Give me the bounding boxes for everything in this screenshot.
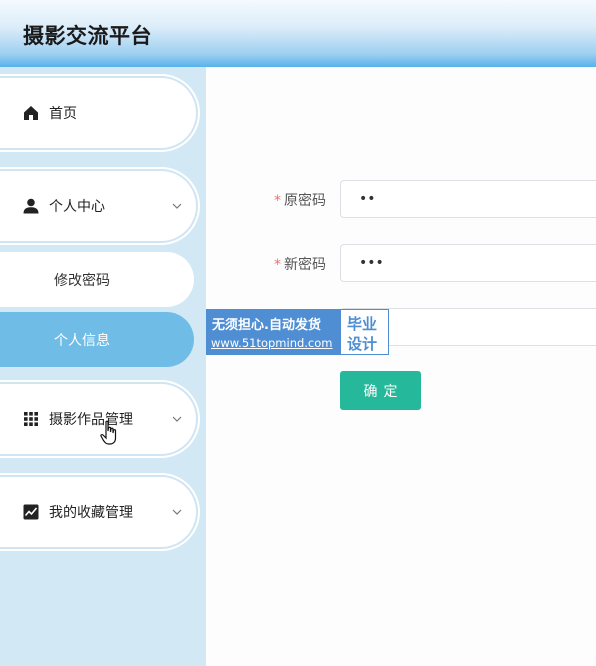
chevron-down-icon (172, 416, 182, 422)
home-icon (24, 106, 38, 120)
sidebar-item-personal-info[interactable]: 个人信息 (0, 312, 194, 367)
user-icon (23, 198, 39, 214)
sidebar-item-label: 摄影作品管理 (49, 412, 133, 428)
sidebar: 首页 个人中心 修改密码 个人信息 摄影作品管理 我的收藏管理 (0, 67, 206, 666)
chevron-down-icon (172, 203, 182, 209)
new-password-input[interactable] (340, 244, 596, 282)
chart-icon (23, 504, 39, 520)
watermark-banner: 无须担心.自动发货 www.51topmind.com 毕业 设计 (206, 309, 389, 355)
sidebar-item-personal-center[interactable]: 个人中心 (0, 173, 194, 239)
grid-icon (24, 412, 38, 426)
new-password-label: * 新密码 (274, 254, 326, 274)
new-password-row: * 新密码 (206, 244, 596, 282)
sidebar-item-label: 个人信息 (54, 333, 110, 349)
sidebar-item-label: 首页 (49, 106, 77, 122)
new-password-label-text: 新密码 (284, 257, 326, 273)
old-password-input[interactable] (340, 180, 596, 218)
hand-cursor-icon (100, 420, 117, 445)
watermark-right2: 设计 (347, 335, 378, 353)
confirm-button[interactable]: 确定 (340, 371, 421, 410)
old-password-row: * 原密码 (206, 180, 596, 218)
sidebar-item-change-password[interactable]: 修改密码 (0, 252, 194, 307)
app-header: 摄影交流平台 (0, 0, 596, 67)
sidebar-item-home[interactable]: 首页 (0, 80, 194, 146)
main-content: *原密码 *新密码 确定 (206, 67, 596, 666)
required-mark: * (274, 257, 281, 273)
sidebar-item-label: 我的收藏管理 (49, 505, 133, 521)
sidebar-item-photo-management[interactable]: 摄影作品管理 (0, 386, 194, 452)
sidebar-item-label: 修改密码 (54, 273, 110, 289)
watermark-left-panel: 无须担心.自动发货 www.51topmind.com (207, 310, 341, 354)
old-password-label-text: 原密码 (284, 193, 326, 209)
required-mark: * (274, 193, 281, 209)
sidebar-item-favorites-management[interactable]: 我的收藏管理 (0, 479, 194, 545)
old-password-label: * 原密码 (274, 190, 326, 210)
chevron-down-icon (172, 509, 182, 515)
watermark-right1: 毕业 (347, 315, 378, 333)
watermark-line1: 无须担心.自动发货 (212, 318, 321, 333)
watermark-url: www.51topmind.com (211, 336, 333, 350)
sidebar-item-label: 个人中心 (49, 199, 105, 215)
app-title: 摄影交流平台 (23, 24, 152, 48)
